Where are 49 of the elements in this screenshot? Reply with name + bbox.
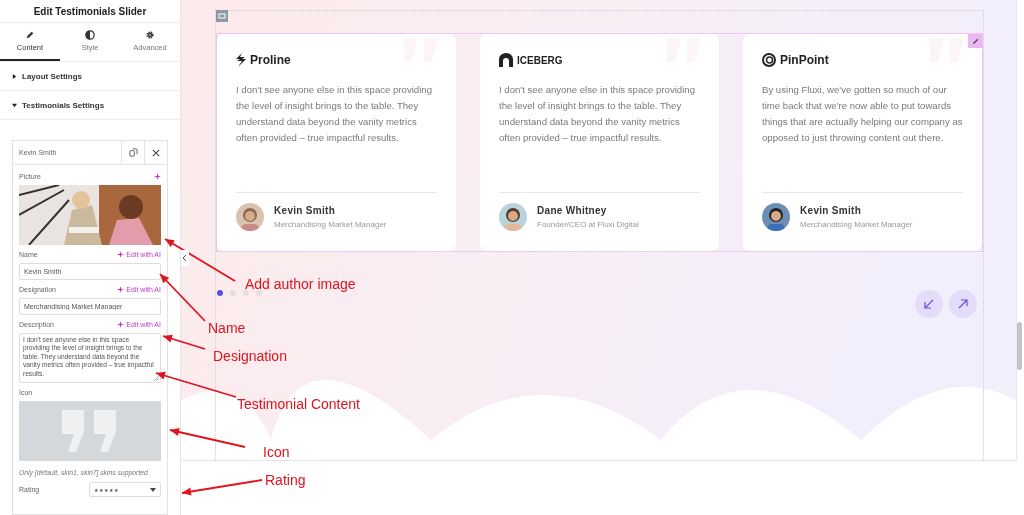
section-toggle[interactable]: Testimonials Settings (0, 91, 180, 120)
arrow-down-left-icon (924, 299, 934, 309)
close-icon (152, 148, 160, 157)
arch-icon (499, 53, 513, 67)
author-name: Kevin Smith (800, 205, 863, 216)
author-role: Founder/CEO at Fluxi Digital (537, 220, 639, 229)
testimonial-quote: By using Fluxi, we've gotten so much of our time back that we're now able to put towards things that are actually helping our company as opposed to just throwing content out there. (762, 83, 963, 145)
annotation-label: Testimonial Content (237, 396, 360, 412)
annotation-label: Designation (213, 348, 287, 364)
pencil-icon (25, 30, 35, 40)
section-toggle[interactable]: Layout Settings (0, 62, 180, 91)
contrast-icon (85, 30, 95, 40)
caret-icon (12, 73, 17, 79)
caret-icon (12, 102, 17, 108)
sparkle-icon (117, 251, 125, 258)
panel-title: Edit Testimonials Slider (0, 0, 180, 23)
bolt-icon (236, 53, 246, 67)
annotation-label: Name (208, 320, 246, 336)
author-role: Merchandising Market Manager (274, 220, 387, 229)
pencil-icon (971, 37, 979, 45)
scrollbar-thumb[interactable] (1017, 322, 1022, 370)
sparkle-icon (117, 321, 125, 328)
collapse-handle[interactable] (181, 250, 189, 266)
pagination-dot[interactable] (217, 290, 223, 296)
arrow-up-right-icon (958, 299, 968, 309)
brand-name: ICEBERG (517, 54, 563, 66)
pagination-dot[interactable] (230, 290, 236, 296)
annotation-arrow (162, 334, 206, 350)
annotation-label: Icon (263, 444, 290, 460)
resize-grip-icon[interactable] (154, 376, 159, 381)
author-name: Kevin Smith (274, 205, 337, 216)
annotation-label: Rating (265, 472, 306, 488)
testimonial-quote: I don't see anyone else in this space providing the level of insight brings to the table. They understand data beyond the vanity metrics often provided – true impactful results. (236, 83, 433, 145)
author-role: Merchandising Market Manager (800, 220, 913, 229)
drag-handle-icon[interactable] (216, 10, 228, 22)
pagination-dot[interactable] (256, 290, 262, 296)
annotation-label: Add author image (245, 276, 356, 292)
author-name: Dane Whitney (537, 205, 608, 216)
copy-icon (128, 148, 138, 157)
settings-icon (145, 30, 155, 40)
pagination-dot[interactable] (243, 290, 249, 296)
testimonial-quote: I don't see anyone else in this space providing the level of insight brings to the table. They understand data beyond the vanity metrics often provided – true impactful results. (499, 83, 696, 145)
target-icon (762, 53, 776, 67)
caret-icon (150, 487, 156, 492)
brand-name: PinPoint (780, 53, 829, 67)
edit-button[interactable] (968, 34, 982, 48)
sparkle-icon (117, 286, 125, 293)
sparkle-icon[interactable] (154, 173, 161, 180)
brand-name: Proline (250, 53, 291, 67)
